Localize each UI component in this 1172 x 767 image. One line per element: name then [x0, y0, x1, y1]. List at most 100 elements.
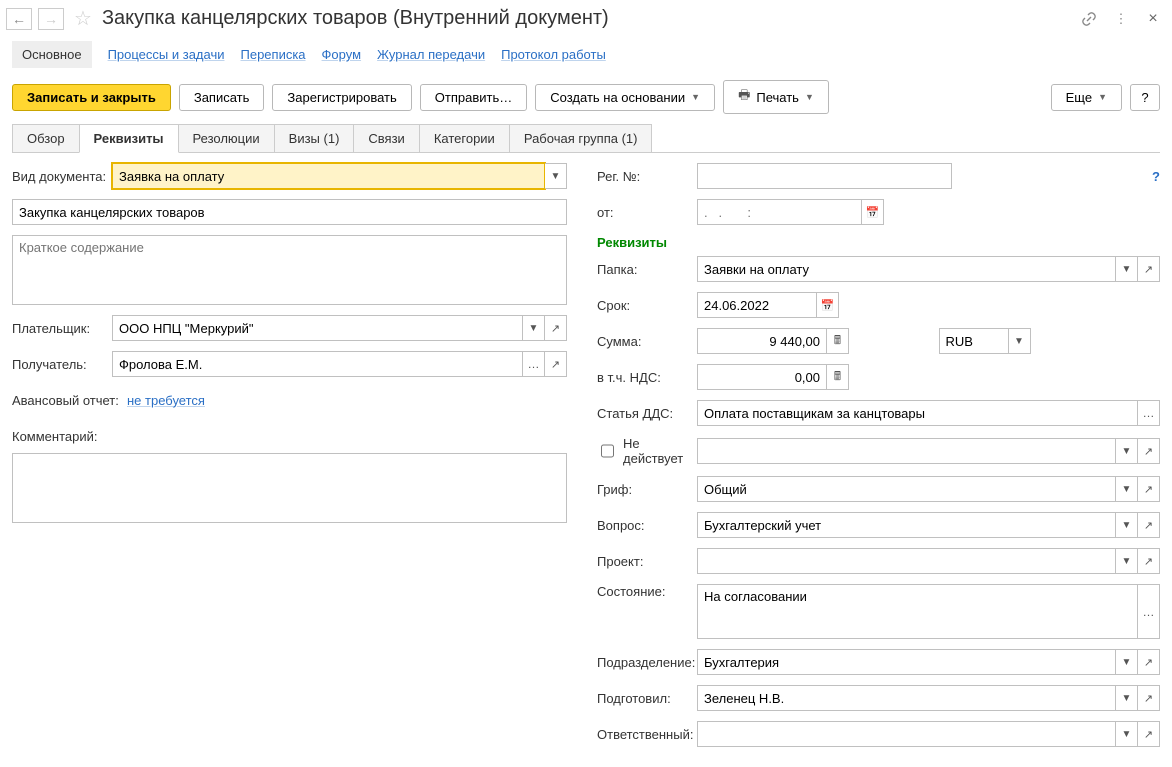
open-button[interactable]: [1138, 685, 1160, 711]
navlink-forum[interactable]: Форум: [322, 47, 362, 62]
help-button[interactable]: ?: [1130, 84, 1160, 111]
print-label: Печать: [756, 90, 799, 105]
open-button[interactable]: [545, 315, 567, 341]
dropdown-button[interactable]: ▼: [1116, 649, 1138, 675]
due-input[interactable]: [697, 292, 817, 318]
dropdown-button[interactable]: ▼: [1116, 548, 1138, 574]
folder-input[interactable]: [697, 256, 1116, 282]
more-label: Еще: [1066, 90, 1092, 105]
create-based-label: Создать на основании: [550, 90, 685, 105]
project-label: Проект:: [597, 554, 697, 569]
dds-input[interactable]: [697, 400, 1138, 426]
doc-type-input[interactable]: [112, 163, 545, 189]
open-button[interactable]: [1138, 476, 1160, 502]
chevron-down-icon: ▼: [805, 92, 814, 102]
save-button[interactable]: Записать: [179, 84, 265, 111]
folder-label: Папка:: [597, 262, 697, 277]
from-label: от:: [597, 205, 697, 220]
state-textarea[interactable]: [697, 584, 1138, 639]
create-based-button[interactable]: Создать на основании ▼: [535, 84, 715, 111]
doc-type-label: Вид документа:: [12, 169, 112, 184]
tab-links[interactable]: Связи: [353, 124, 419, 152]
send-button[interactable]: Отправить…: [420, 84, 527, 111]
dropdown-button[interactable]: ▼: [1009, 328, 1031, 354]
dropdown-button[interactable]: ▼: [1116, 685, 1138, 711]
advance-label: Авансовый отчет:: [12, 393, 127, 408]
inactive-input[interactable]: [697, 438, 1116, 464]
vat-label: в т.ч. НДС:: [597, 370, 697, 385]
question-input[interactable]: [697, 512, 1116, 538]
section-requisites: Реквизиты: [597, 235, 1160, 250]
tab-visas[interactable]: Визы (1): [274, 124, 355, 152]
tab-workgroup[interactable]: Рабочая группа (1): [509, 124, 653, 152]
payer-input[interactable]: [112, 315, 523, 341]
calendar-button[interactable]: [862, 199, 884, 225]
open-button[interactable]: [1138, 512, 1160, 538]
calculator-button[interactable]: [827, 364, 849, 390]
question-label: Вопрос:: [597, 518, 697, 533]
navlink-processes[interactable]: Процессы и задачи: [108, 47, 225, 62]
recipient-label: Получатель:: [12, 357, 112, 372]
reg-no-input[interactable]: [697, 163, 952, 189]
save-close-button[interactable]: Записать и закрыть: [12, 84, 171, 111]
page-title: Закупка канцелярских товаров (Внутренний…: [102, 7, 1066, 30]
due-label: Срок:: [597, 298, 697, 313]
favorite-star-icon[interactable]: ☆: [74, 6, 92, 31]
register-button[interactable]: Зарегистрировать: [272, 84, 411, 111]
tab-overview[interactable]: Обзор: [12, 124, 80, 152]
nav-forward-button[interactable]: →: [38, 8, 64, 30]
dropdown-button[interactable]: ▼: [1116, 256, 1138, 282]
tab-requisites[interactable]: Реквизиты: [79, 124, 179, 153]
open-button[interactable]: [1138, 548, 1160, 574]
link-icon[interactable]: [1080, 10, 1098, 28]
select-button[interactable]: [523, 351, 545, 377]
state-label: Состояние:: [597, 584, 697, 599]
navlink-journal[interactable]: Журнал передачи: [377, 47, 485, 62]
payer-label: Плательщик:: [12, 321, 112, 336]
doc-name-input[interactable]: [12, 199, 567, 225]
advance-link[interactable]: не требуется: [127, 393, 205, 408]
open-button[interactable]: [1138, 649, 1160, 675]
tab-resolutions[interactable]: Резолюции: [178, 124, 275, 152]
inactive-checkbox[interactable]: [601, 444, 614, 458]
dropdown-button[interactable]: ▼: [523, 315, 545, 341]
print-button[interactable]: 🖶 Печать ▼: [723, 80, 829, 114]
open-button[interactable]: [545, 351, 567, 377]
from-date-input[interactable]: [697, 199, 862, 225]
chevron-down-icon: ▼: [1098, 92, 1107, 102]
dropdown-button[interactable]: ▼: [1116, 512, 1138, 538]
inactive-label: Не действует: [623, 436, 697, 466]
dropdown-button[interactable]: ▼: [1116, 476, 1138, 502]
recipient-input[interactable]: [112, 351, 523, 377]
open-button[interactable]: [1138, 438, 1160, 464]
dropdown-button[interactable]: ▼: [545, 163, 567, 189]
dept-label: Подразделение:: [597, 655, 697, 670]
help-icon[interactable]: ?: [1152, 169, 1160, 184]
comment-label: Комментарий:: [12, 429, 112, 444]
select-button[interactable]: [1138, 584, 1160, 639]
sum-input[interactable]: [697, 328, 827, 354]
currency-input[interactable]: [939, 328, 1009, 354]
select-button[interactable]: [1138, 400, 1160, 426]
open-button[interactable]: [1138, 256, 1160, 282]
navlink-main[interactable]: Основное: [12, 41, 92, 68]
navlink-mail[interactable]: Переписка: [241, 47, 306, 62]
dept-input[interactable]: [697, 649, 1116, 675]
dropdown-button[interactable]: ▼: [1116, 438, 1138, 464]
project-input[interactable]: [697, 548, 1116, 574]
nav-back-button[interactable]: ←: [6, 8, 32, 30]
vat-input[interactable]: [697, 364, 827, 390]
prepared-input[interactable]: [697, 685, 1116, 711]
dds-label: Статья ДДС:: [597, 406, 697, 421]
summary-textarea[interactable]: [12, 235, 567, 305]
more-button[interactable]: Еще ▼: [1051, 84, 1122, 111]
tab-categories[interactable]: Категории: [419, 124, 510, 152]
calendar-button[interactable]: [817, 292, 839, 318]
kebab-menu-icon[interactable]: ⋮: [1112, 10, 1130, 28]
chevron-down-icon: ▼: [691, 92, 700, 102]
comment-textarea[interactable]: [12, 453, 567, 523]
navlink-protocol[interactable]: Протокол работы: [501, 47, 606, 62]
close-icon[interactable]: ×: [1144, 10, 1162, 28]
grif-input[interactable]: [697, 476, 1116, 502]
calculator-button[interactable]: [827, 328, 849, 354]
